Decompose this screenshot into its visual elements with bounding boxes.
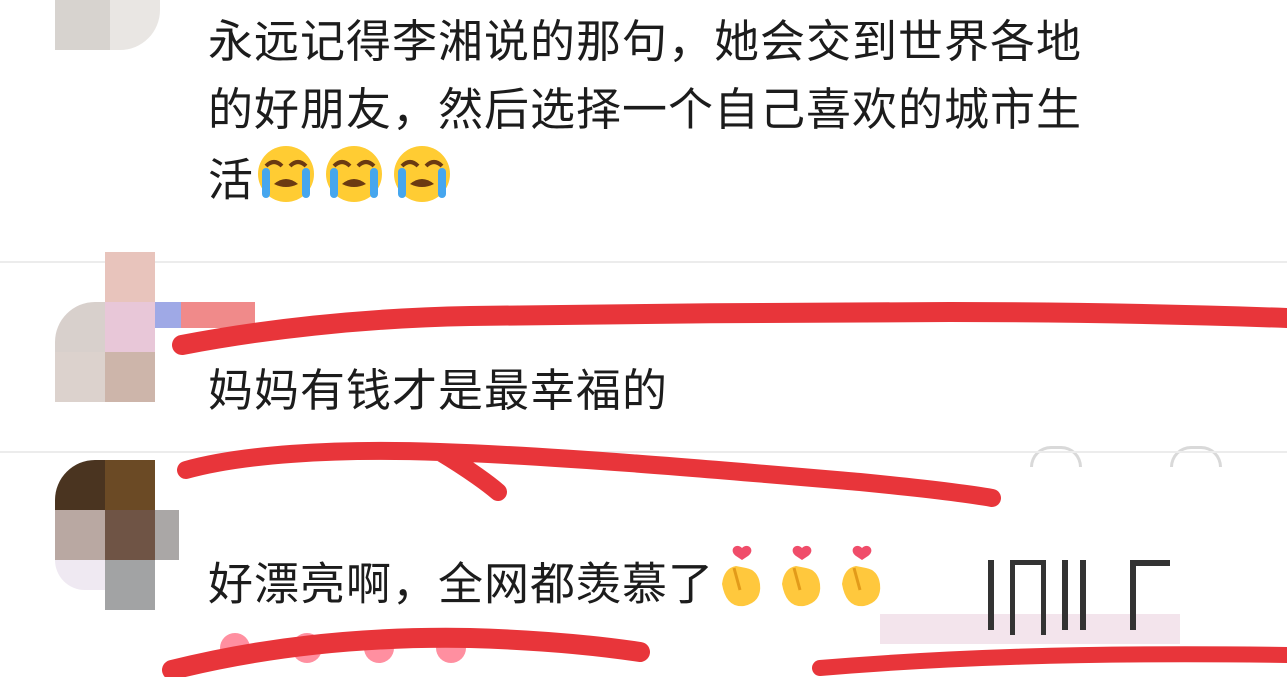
comment-item-1: 永远记得李湘说的那句，她会交到世界各地 的好朋友，然后选择一个自己喜欢的城市生 … (0, 0, 1287, 262)
rose-icon (436, 633, 466, 663)
comment-text: 永远记得李湘说的那句，她会交到世界各地 的好朋友，然后选择一个自己喜欢的城市生 … (208, 8, 1208, 223)
avatar[interactable] (55, 0, 165, 50)
comment-text: 妈妈有钱才是最幸福的 (208, 364, 669, 417)
crying-emoji-icon (254, 144, 318, 223)
avatar[interactable] (55, 460, 205, 610)
crying-emoji-icon (390, 144, 454, 223)
rose-icon (364, 633, 394, 663)
comment-item-3: 好漂亮啊，全网都羡慕了 (0, 452, 1287, 677)
blurred-text-block (880, 552, 1180, 672)
comment-item-2: 妈妈有钱才是最幸福的 (0, 252, 1287, 467)
heart-hands-emoji-icon (774, 544, 830, 631)
heart-hands-emoji-icon (714, 544, 770, 631)
rose-emoji-row (220, 627, 480, 667)
rose-icon (220, 633, 250, 663)
rose-icon (292, 633, 322, 663)
crying-emoji-icon (322, 144, 386, 223)
